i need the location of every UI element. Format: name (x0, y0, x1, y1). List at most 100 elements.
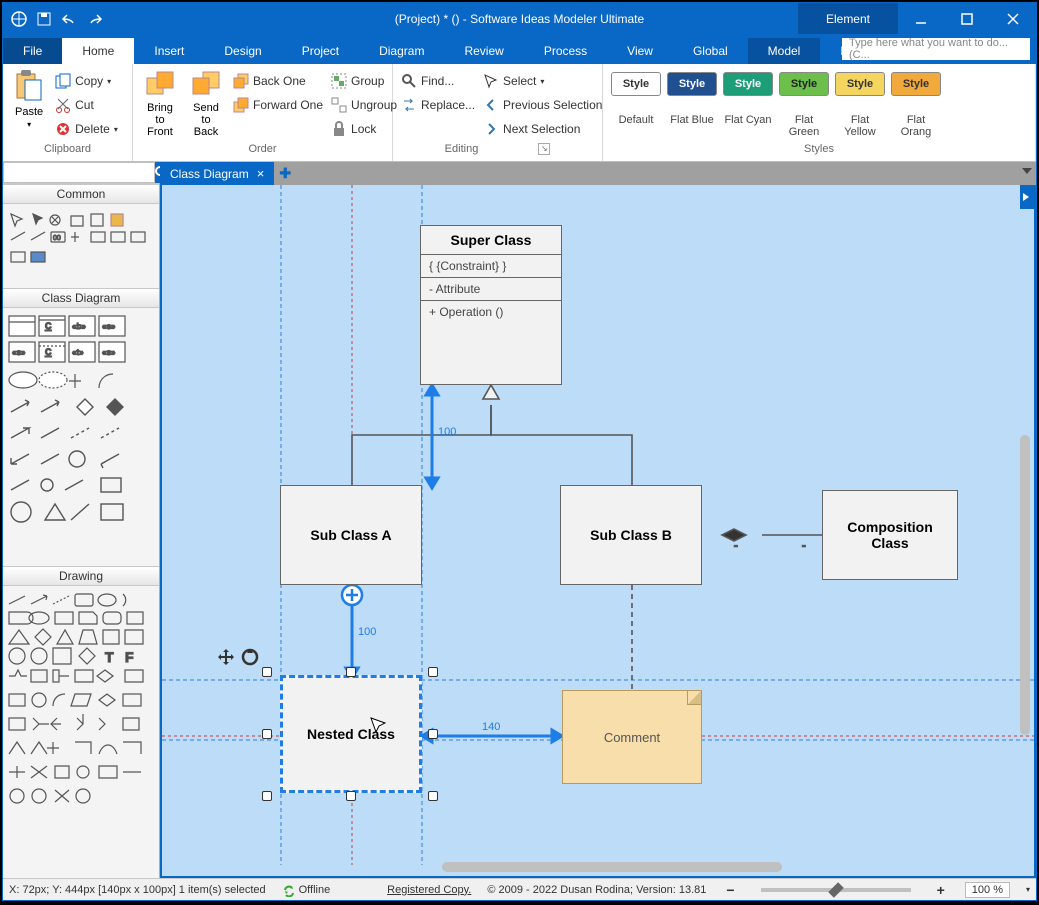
svg-text:«s»: «s» (12, 348, 26, 357)
note-comment[interactable]: Comment (562, 690, 702, 784)
dialog-launcher-icon[interactable]: ↘ (538, 143, 550, 155)
style-blue[interactable]: Style (667, 72, 717, 96)
document-tabs: Class Diagram× ✚ (160, 162, 1036, 185)
send-back-button[interactable]: Send to Back (187, 68, 225, 143)
class-sub-b[interactable]: Sub Class B (560, 485, 702, 585)
style-orange[interactable]: Style (891, 72, 941, 96)
tab-view[interactable]: View (607, 38, 673, 64)
cut-icon (55, 97, 71, 113)
prev-selection-button[interactable]: Previous Selection (483, 94, 602, 116)
style-yellow[interactable]: Style (835, 72, 885, 96)
redo-icon[interactable] (87, 12, 103, 26)
find-button[interactable]: Find... (401, 70, 475, 92)
zoom-dropdown-icon[interactable]: ▾ (1026, 885, 1030, 894)
send-back-icon (191, 70, 221, 98)
tab-file[interactable]: File (3, 38, 62, 64)
tab-design[interactable]: Design (204, 38, 281, 64)
canvas-vscroll[interactable] (1020, 435, 1030, 735)
ribbon-search[interactable]: Type here what you want to do... (C... (842, 38, 1030, 60)
move-rotate-gizmo[interactable] (216, 647, 260, 667)
zoom-out-button[interactable]: − (722, 882, 738, 898)
tab-global[interactable]: Global (673, 38, 748, 64)
svg-text:C: C (45, 321, 52, 331)
paste-button[interactable]: Paste▾ (11, 68, 47, 143)
diagram-canvas[interactable]: - - 100 100 140 (160, 185, 1036, 878)
lock-button[interactable]: Lock (331, 118, 397, 140)
undo-icon[interactable] (61, 12, 77, 26)
copy-button[interactable]: Copy ▾ (55, 70, 118, 92)
zoom-in-button[interactable]: + (933, 882, 949, 898)
canvas-hscroll[interactable] (442, 862, 782, 872)
class-composition[interactable]: Composition Class (822, 490, 958, 580)
select-button[interactable]: Select ▾ (483, 70, 602, 92)
toolbox-section-class[interactable]: Class Diagram (3, 288, 159, 308)
doc-tab-class-diagram[interactable]: Class Diagram× (160, 162, 274, 185)
find-icon (401, 73, 417, 89)
registered-link[interactable]: Registered Copy. (387, 884, 471, 896)
tab-model[interactable]: Model (748, 38, 821, 64)
maximize-button[interactable] (944, 3, 990, 34)
forward-one-button[interactable]: Forward One (233, 94, 323, 116)
lock-icon (331, 121, 347, 137)
offline-indicator[interactable]: Offline (282, 883, 331, 897)
save-icon[interactable] (37, 12, 51, 26)
zoom-value[interactable]: 100 % (965, 882, 1010, 898)
class-super[interactable]: Super Class { {Constraint} } - Attribute… (420, 225, 562, 385)
svg-text:«b»: «b» (72, 322, 86, 331)
toolbox-section-common[interactable]: Common (3, 184, 159, 204)
add-tab-button[interactable]: ✚ (274, 162, 296, 185)
bring-front-button[interactable]: Bring to Front (141, 68, 179, 143)
tab-review[interactable]: Review (444, 38, 523, 64)
svg-text:-: - (802, 540, 806, 552)
paste-icon (15, 70, 43, 102)
dim-label-vert2: 100 (358, 626, 376, 638)
note-fold-icon (687, 691, 701, 705)
group-label-order: Order (141, 143, 384, 159)
group-icon (331, 73, 347, 89)
tab-close-icon[interactable]: × (257, 166, 265, 181)
toolbox-search-input[interactable] (3, 162, 155, 183)
common-tools-icons[interactable]: 00 (5, 208, 155, 284)
svg-text:«t»: «t» (72, 348, 84, 357)
style-cyan[interactable]: Style (723, 72, 773, 96)
prev-sel-icon (483, 97, 499, 113)
contextual-tab-label: Element (798, 3, 898, 34)
close-button[interactable] (990, 3, 1036, 34)
minimize-button[interactable] (898, 3, 944, 34)
cut-button[interactable]: Cut (55, 94, 118, 116)
replace-button[interactable]: Replace... (401, 94, 475, 116)
tab-home[interactable]: Home (62, 38, 134, 64)
zoom-slider[interactable] (761, 888, 911, 892)
drawing-tools-icons[interactable]: TF (5, 590, 155, 838)
copyright-text: © 2009 - 2022 Dusan Rodina; Version: 13.… (487, 884, 706, 896)
dim-label-vert: 100 (438, 426, 456, 438)
back-one-button[interactable]: Back One (233, 70, 323, 92)
delete-button[interactable]: Delete ▾ (55, 118, 118, 140)
app-icon (11, 11, 27, 27)
titlebar: (Project) * () - Software Ideas Modeler … (3, 3, 1036, 34)
svg-text:-: - (734, 540, 738, 552)
class-tools-icons[interactable]: C «b» «e» «s» C «t» «s» (5, 312, 155, 562)
tab-diagram[interactable]: Diagram (359, 38, 444, 64)
style-default[interactable]: Style (611, 72, 661, 96)
select-icon (483, 73, 499, 89)
styles-gallery[interactable]: Style Style Style Style Style Style (611, 72, 1027, 96)
tabs-dropdown-icon[interactable] (1020, 164, 1034, 178)
tab-process[interactable]: Process (524, 38, 607, 64)
style-green[interactable]: Style (779, 72, 829, 96)
cursor-icon (369, 716, 387, 734)
svg-text:«e»: «e» (102, 322, 116, 331)
sync-icon (282, 883, 296, 897)
back-one-icon (233, 73, 249, 89)
toolbox-panel: Common 00 Class Diagram C «b» (3, 162, 160, 878)
tab-project[interactable]: Project (282, 38, 359, 64)
next-selection-button[interactable]: Next Selection (483, 118, 602, 140)
group-button[interactable]: Group (331, 70, 397, 92)
class-nested[interactable]: Nested Class (280, 675, 422, 793)
toolbox-section-drawing[interactable]: Drawing (3, 566, 159, 586)
tab-insert[interactable]: Insert (134, 38, 204, 64)
class-sub-a[interactable]: Sub Class A (280, 485, 422, 585)
status-coords: X: 72px; Y: 444px [140px x 100px] 1 item… (9, 884, 266, 896)
ungroup-button[interactable]: Ungroup (331, 94, 397, 116)
group-label-clipboard: Clipboard (11, 143, 124, 159)
